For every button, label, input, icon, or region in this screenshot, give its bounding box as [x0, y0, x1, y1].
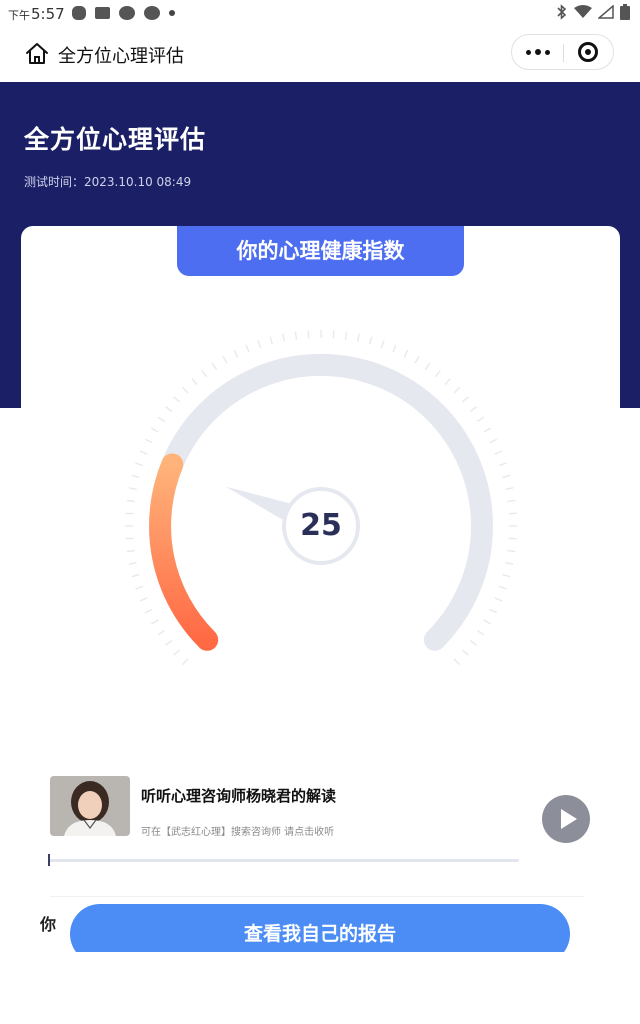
home-icon[interactable]: [24, 41, 50, 67]
status-bar: 下午5:57: [0, 0, 640, 28]
card-header-title: 你的心理健康指数: [236, 239, 405, 263]
gauge-score: 25: [300, 508, 342, 543]
consultant-avatar: [50, 776, 130, 836]
status-time: 下午5:57: [8, 5, 65, 23]
section-label: 你: [40, 915, 57, 934]
signal-icon: [598, 5, 614, 19]
audio-subtitle: 可在【武志红心理】搜索咨询师 请点击收听: [141, 827, 335, 838]
status-right-icons: [556, 4, 630, 20]
section-divider: [50, 896, 584, 897]
assistant-notification-icon: [72, 6, 86, 20]
audio-progress-handle[interactable]: [48, 854, 50, 866]
play-button[interactable]: [542, 795, 590, 843]
mini-program-capsule: [511, 34, 614, 70]
status-ampm: 下午: [8, 9, 30, 22]
result-card: 你的心理健康指数: [21, 226, 620, 966]
bottom-area: [0, 952, 640, 1024]
audio-progress-track[interactable]: [49, 859, 519, 862]
more-notifications-dot-icon: [169, 10, 175, 16]
more-options-icon[interactable]: [512, 35, 563, 69]
nav-bar: 全方位心理评估: [0, 28, 640, 80]
notification-icons: [72, 6, 175, 20]
play-icon: [561, 809, 577, 829]
app-notification-icon: [119, 6, 135, 20]
audio-title: 听听心理咨询师杨晓君的解读: [141, 787, 337, 805]
app-notification-icon-2: [144, 6, 160, 20]
battery-icon: [620, 4, 630, 20]
page-title: 全方位心理评估: [24, 125, 207, 154]
test-time: 测试时间：2023.10.10 08:49: [24, 175, 192, 189]
status-clock: 5:57: [31, 5, 65, 23]
capsule-divider: [563, 44, 564, 62]
bluetooth-icon: [557, 4, 567, 20]
card-header-tab: 你的心理健康指数: [177, 226, 464, 276]
nav-title: 全方位心理评估: [58, 46, 184, 67]
close-mini-program-icon[interactable]: [578, 42, 598, 62]
wifi-icon: [574, 5, 592, 18]
image-notification-icon: [95, 7, 110, 19]
